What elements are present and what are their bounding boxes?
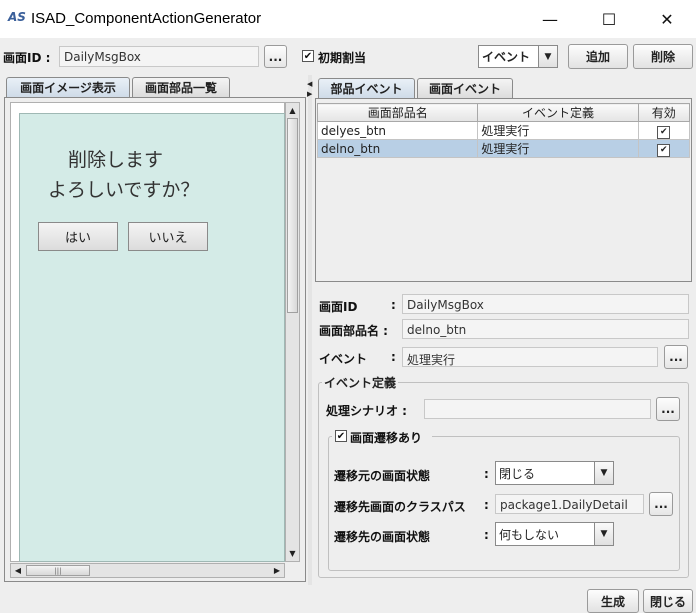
vertical-scroll-thumb[interactable]	[287, 118, 298, 313]
dest-state-value: 何もしない	[499, 527, 560, 542]
chevron-down-icon[interactable]: ▼	[594, 523, 613, 545]
preview-no-button[interactable]: いいえ	[128, 222, 208, 251]
chevron-down-icon[interactable]: ▼	[594, 462, 613, 484]
transition-label: 画面遷移あり	[350, 431, 423, 445]
dest-class-label: 遷移先画面のクラスパス	[334, 500, 466, 514]
delete-button[interactable]: 削除	[633, 44, 693, 69]
initial-assign-label: 初期割当	[318, 51, 367, 65]
dest-state-label: 遷移先の画面状態	[334, 530, 431, 544]
detail-component-field[interactable]: delno_btn	[402, 319, 689, 339]
splitter-left-icon[interactable]: ◀	[307, 80, 312, 88]
event-table-header: 画面部品名 イベント定義 有効	[316, 103, 691, 122]
column-header-component[interactable]: 画面部品名	[316, 103, 479, 122]
dest-state-colon: :	[484, 528, 489, 542]
pane-splitter[interactable]	[308, 75, 312, 585]
generate-button[interactable]: 生成	[587, 589, 639, 613]
detail-event-label: イベント	[319, 352, 368, 366]
dest-class-colon: :	[484, 498, 489, 512]
screen-id-field[interactable]: DailyMsgBox	[59, 46, 259, 67]
window-title: ISAD_ComponentActionGenerator	[31, 10, 262, 27]
src-state-label: 遷移元の画面状態	[334, 469, 431, 483]
preview-yes-button[interactable]: はい	[38, 222, 118, 251]
tab-screen-events[interactable]: 画面イベント	[417, 78, 513, 98]
scroll-up-icon[interactable]: ▲	[285, 103, 300, 117]
detail-event-field[interactable]: 処理実行	[402, 347, 658, 367]
close-button[interactable]: 閉じる	[643, 589, 693, 613]
splitter-right-icon[interactable]: ▶	[307, 90, 312, 98]
screen-id-browse-button[interactable]: ...	[264, 45, 287, 68]
row-event[interactable]: 処理実行	[477, 139, 639, 158]
tab-screen-image[interactable]: 画面イメージ表示	[6, 77, 130, 97]
minimize-button[interactable]: —	[521, 0, 579, 38]
scenario-label: 処理シナリオ :	[326, 404, 407, 418]
add-button[interactable]: 追加	[568, 44, 628, 69]
enabled-checkbox[interactable]: ✔	[657, 125, 671, 139]
close-window-button[interactable]: ✕	[638, 0, 696, 38]
chevron-down-icon[interactable]: ▼	[538, 46, 557, 67]
detail-screen-id-label: 画面ID	[319, 300, 358, 314]
app-icon: AS	[8, 10, 26, 24]
row-enabled[interactable]: ✔	[637, 121, 691, 140]
preview-message-line1: 削除します	[68, 149, 164, 171]
tab-component-list[interactable]: 画面部品一覧	[132, 77, 230, 97]
column-header-event[interactable]: イベント定義	[477, 103, 639, 122]
row-event[interactable]: 処理実行	[477, 121, 639, 140]
src-state-value: 閉じる	[499, 466, 536, 481]
horizontal-scroll-thumb[interactable]: |||	[26, 565, 90, 576]
transition-checkbox[interactable]: ✔	[335, 430, 347, 442]
row-enabled[interactable]: ✔	[637, 139, 691, 158]
scenario-field[interactable]	[424, 399, 651, 419]
dest-class-field[interactable]: package1.DailyDetail	[495, 494, 644, 514]
detail-component-label: 画面部品名 :	[319, 324, 388, 338]
event-table-container: 画面部品名 イベント定義 有効 delyes_btn 処理実行 ✔ delno_…	[316, 103, 691, 280]
screen-id-label: 画面ID :	[3, 51, 51, 65]
dest-state-select[interactable]: 何もしない ▼	[495, 522, 614, 546]
type-select-value: イベント	[482, 50, 531, 64]
type-select[interactable]: イベント ▼	[478, 45, 558, 68]
scenario-browse-button[interactable]: ...	[656, 397, 680, 421]
table-row[interactable]: delno_btn 処理実行 ✔	[316, 139, 691, 158]
src-state-colon: :	[484, 467, 489, 481]
scroll-right-icon[interactable]: ▶	[270, 564, 284, 577]
event-table: 画面部品名 イベント定義 有効 delyes_btn 処理実行 ✔ delno_…	[316, 103, 691, 158]
maximize-button[interactable]: ☐	[580, 0, 638, 38]
src-state-select[interactable]: 閉じる ▼	[495, 461, 614, 485]
enabled-checkbox[interactable]: ✔	[657, 143, 671, 157]
row-component[interactable]: delno_btn	[316, 139, 479, 158]
event-definition-title: イベント定義	[322, 374, 399, 391]
preview-message-line2: よろしいですか？	[48, 179, 200, 201]
column-header-enabled[interactable]: 有効	[637, 103, 691, 122]
dest-class-browse-button[interactable]: ...	[649, 492, 673, 516]
detail-screen-id-field[interactable]: DailyMsgBox	[402, 294, 689, 314]
scroll-left-icon[interactable]: ◀	[11, 564, 25, 577]
row-component[interactable]: delyes_btn	[316, 121, 479, 140]
detail-event-colon: :	[391, 350, 396, 364]
initial-assign-checkbox[interactable]: ✔	[302, 50, 314, 62]
event-browse-button[interactable]: ...	[664, 345, 688, 369]
table-row[interactable]: delyes_btn 処理実行 ✔	[316, 121, 691, 140]
detail-screen-id-colon: :	[391, 298, 396, 312]
scroll-down-icon[interactable]: ▼	[285, 546, 300, 560]
tab-component-events[interactable]: 部品イベント	[318, 78, 415, 98]
